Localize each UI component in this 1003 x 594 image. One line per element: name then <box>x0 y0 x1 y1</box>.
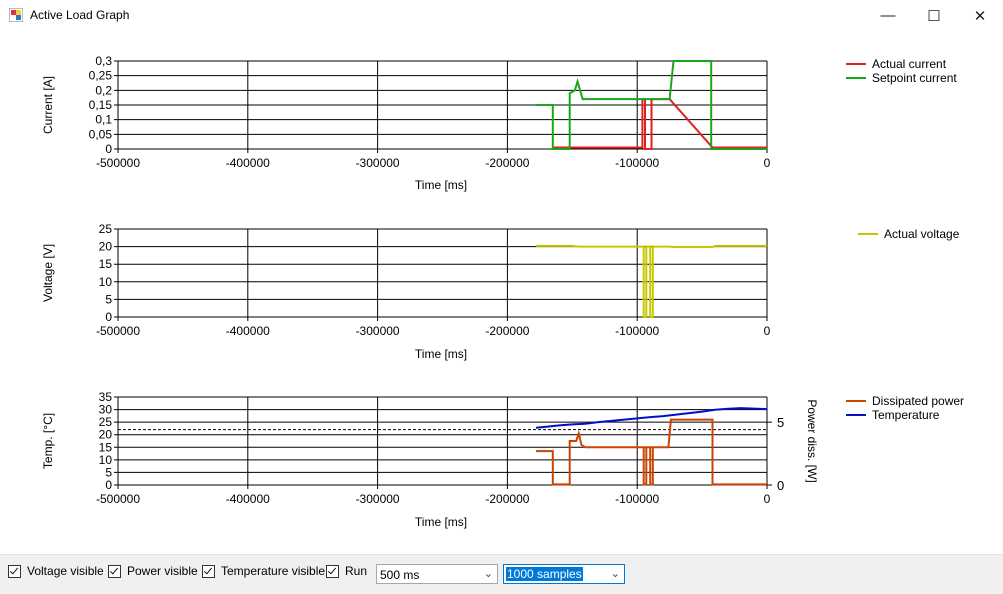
temperature-visible-checkbox[interactable]: Temperature visible <box>202 564 325 578</box>
y-tick-label: 10 <box>99 453 113 467</box>
minimize-button[interactable]: — <box>865 0 911 31</box>
x-tick-label: -400000 <box>226 156 270 170</box>
legend-label: Actual voltage <box>884 227 960 241</box>
controls-bar: Voltage visible Power visible Temperatur… <box>0 554 1003 594</box>
run-label: Run <box>345 564 368 578</box>
y-axis-label: Temp. [°C] <box>41 413 55 469</box>
y-tick-label: 0 <box>105 310 112 324</box>
title-bar: Active Load Graph — ☐ ✕ <box>0 0 1003 31</box>
chart-3 <box>114 396 866 489</box>
voltage-visible-label: Voltage visible <box>27 564 104 578</box>
temperature-visible-label: Temperature visible <box>221 564 326 578</box>
x-axis-label: Time [ms] <box>415 347 467 361</box>
y-tick-label: 0,3 <box>95 54 112 68</box>
y-tick-label: 0 <box>105 142 112 156</box>
y-tick-label: 20 <box>99 428 113 442</box>
x-tick-label: -500000 <box>96 156 140 170</box>
x-tick-label: -200000 <box>485 492 529 506</box>
voltage-visible-checkbox[interactable]: Voltage visible <box>8 564 104 578</box>
legend-label: Dissipated power <box>872 394 964 408</box>
run-checkbox[interactable]: Run <box>326 564 367 578</box>
y-tick-label: 0,2 <box>95 83 112 97</box>
legend-label: Temperature <box>872 408 940 422</box>
checkbox-check-icon <box>108 564 121 578</box>
y-axis-label: Voltage [V] <box>41 244 55 302</box>
charts-area: -500000 -400000 -300000 -200000 -100000 000,0… <box>41 54 964 529</box>
y-tick-label: 20 <box>99 240 113 254</box>
minimize-icon: — <box>880 7 896 24</box>
x-tick-label: -400000 <box>226 492 270 506</box>
y-tick-label: 0,05 <box>89 127 113 141</box>
interval-dropdown[interactable]: 500 ms ⌄ <box>376 564 498 584</box>
x-tick-label: -300000 <box>356 324 400 338</box>
samples-dropdown[interactable]: 1000 samples ⌄ <box>503 564 625 584</box>
x-tick-label: -200000 <box>485 156 529 170</box>
x-tick-label: -300000 <box>356 492 400 506</box>
x-tick-label: 0 <box>764 324 771 338</box>
checkbox-check-icon <box>202 564 215 578</box>
y-tick-label: 25 <box>99 415 113 429</box>
series-line-actual-current <box>552 98 767 150</box>
y-tick-label: 5 <box>105 465 112 479</box>
x-tick-label: -400000 <box>226 324 270 338</box>
x-tick-label: -100000 <box>615 156 659 170</box>
legend-label: Actual current <box>872 57 947 71</box>
window-title: Active Load Graph <box>30 8 130 22</box>
x-tick-label: -500000 <box>96 324 140 338</box>
x-tick-label: -100000 <box>615 492 659 506</box>
samples-value: 1000 samples <box>506 567 583 581</box>
x-tick-label: -300000 <box>356 156 400 170</box>
y-tick-label: 15 <box>99 440 113 454</box>
maximize-icon: ☐ <box>927 7 941 25</box>
y-tick-label: 25 <box>99 222 113 236</box>
x-axis-label: Time [ms] <box>415 515 467 529</box>
chevron-down-icon: ⌄ <box>483 568 493 580</box>
power-visible-label: Power visible <box>127 564 198 578</box>
y-tick-label: 5 <box>105 292 112 306</box>
chart-2 <box>114 228 878 321</box>
close-button[interactable]: ✕ <box>957 0 1003 31</box>
close-icon: ✕ <box>973 7 987 25</box>
checkbox-check-icon <box>8 564 21 578</box>
app-icon <box>9 8 23 22</box>
y-tick-label: 0,1 <box>95 113 112 127</box>
y-axis-label: Current [A] <box>41 76 55 134</box>
y-tick-label: 0,25 <box>89 69 113 83</box>
y2-tick-label: 0 <box>777 478 784 493</box>
y-tick-label: 10 <box>99 275 113 289</box>
y-tick-label: 15 <box>99 257 113 271</box>
chart-1 <box>114 60 866 153</box>
maximize-button[interactable]: ☐ <box>911 0 957 31</box>
chevron-down-icon: ⌄ <box>610 568 620 580</box>
y-tick-label: 35 <box>99 390 113 404</box>
y2-tick-label: 5 <box>777 415 784 430</box>
y2-axis-label: Power diss. [W] <box>805 399 819 482</box>
power-visible-checkbox[interactable]: Power visible <box>108 564 198 578</box>
y-tick-label: 0 <box>105 478 112 492</box>
x-tick-label: 0 <box>764 156 771 170</box>
x-tick-label: 0 <box>764 492 771 506</box>
y-tick-label: 0,15 <box>89 98 113 112</box>
x-tick-label: -500000 <box>96 492 140 506</box>
checkbox-check-icon <box>326 564 339 578</box>
x-tick-label: -200000 <box>485 324 529 338</box>
interval-value: 500 ms <box>380 568 420 582</box>
y-tick-label: 30 <box>99 403 113 417</box>
x-axis-label: Time [ms] <box>415 178 467 192</box>
legend-label: Setpoint current <box>872 71 957 85</box>
x-tick-label: -100000 <box>615 324 659 338</box>
series-line-temperature <box>535 407 768 429</box>
